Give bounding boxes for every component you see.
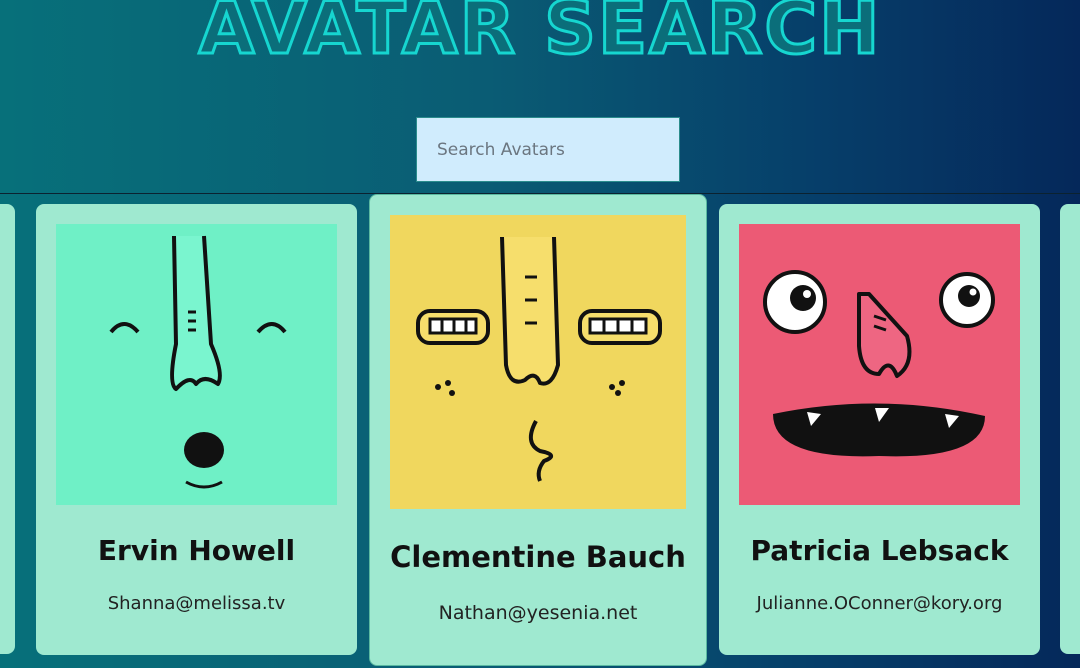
avatar-face-icon [390, 215, 686, 509]
card-clementine-bauch[interactable]: Clementine Bauch Nathan@yesenia.net [369, 194, 707, 666]
card-partial-right[interactable] [1060, 204, 1080, 654]
avatar-image [739, 224, 1020, 505]
page-title: AVATAR SEARCH [197, 0, 882, 72]
card-email: Shanna@melissa.tv [107, 593, 286, 614]
card-patricia-lebsack[interactable]: Patricia Lebsack Julianne.OConner@kory.o… [719, 204, 1040, 655]
card-name: Ervin Howell [97, 534, 296, 567]
header: AVATAR SEARCH [0, 0, 1080, 193]
card-email: Julianne.OConner@kory.org [756, 593, 1003, 614]
card-ervin-howell[interactable]: Ervin Howell Shanna@melissa.tv [36, 204, 357, 655]
card-email: Nathan@yesenia.net [438, 602, 638, 624]
card-partial-left[interactable] [0, 204, 15, 654]
card-name: Clementine Bauch [390, 540, 686, 574]
avatar-face-icon [739, 224, 1020, 505]
avatar-image [390, 215, 686, 509]
card-name: Patricia Lebsack [750, 534, 1009, 567]
avatar-image [56, 224, 337, 505]
card-list: Ervin Howell Shanna@melissa.tv Clementin… [0, 194, 1080, 668]
search-input[interactable] [416, 117, 680, 182]
avatar-face-icon [56, 224, 337, 505]
